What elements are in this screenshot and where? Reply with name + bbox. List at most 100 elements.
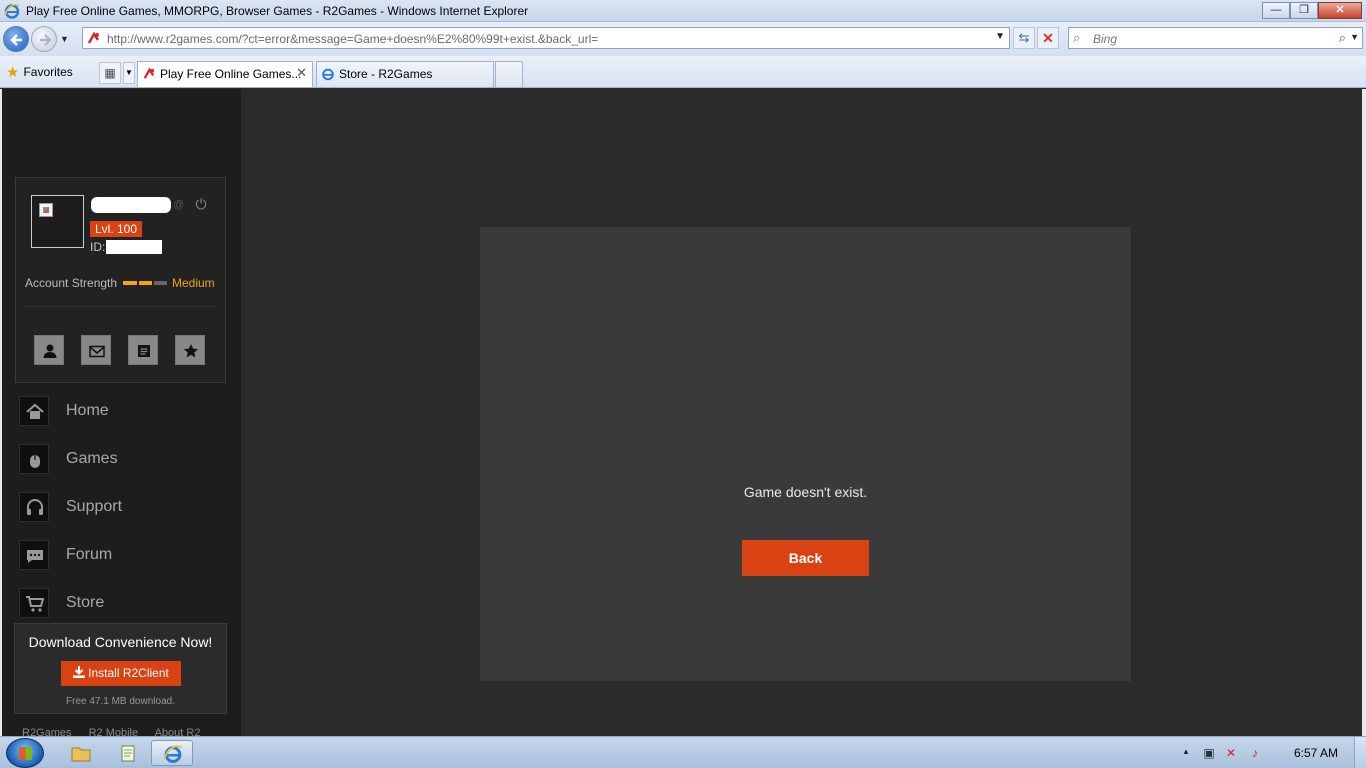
search-go-icon[interactable]: ⌕: [1339, 30, 1346, 46]
id-value-redacted: [106, 240, 162, 254]
notes-button[interactable]: [128, 335, 158, 365]
system-tray: ▲ ▣ ✕ ♪ 6:57 AM: [1176, 737, 1366, 768]
forward-nav-button[interactable]: [31, 26, 57, 52]
footer-link-r2games[interactable]: R2Games: [22, 727, 72, 736]
stop-button[interactable]: ✕: [1037, 27, 1059, 49]
show-hidden-icons-icon[interactable]: ▲: [1182, 747, 1190, 756]
avatar[interactable]: [31, 195, 84, 248]
favorites-label: Favorites: [23, 65, 73, 79]
profile-button[interactable]: [34, 335, 64, 365]
tab-label: Play Free Online Games...: [160, 67, 302, 81]
url-text[interactable]: http://www.r2games.com/?ct=error&message…: [107, 32, 598, 46]
tab-label: Store - R2Games: [339, 67, 433, 81]
error-panel: Game doesn't exist. Back: [480, 227, 1131, 681]
sidebar-item-forum[interactable]: Forum: [17, 538, 237, 574]
install-client-button[interactable]: Install R2Client: [61, 661, 181, 686]
search-dropdown-icon[interactable]: ▼: [1350, 32, 1359, 42]
quick-tabs-button[interactable]: ▦: [99, 62, 121, 84]
download-promo: Download Convenience Now! Install R2Clie…: [14, 623, 227, 714]
start-button[interactable]: [6, 738, 44, 768]
star-icon: ★: [6, 64, 20, 81]
tab-r2games-home[interactable]: Play Free Online Games... ✕: [137, 61, 313, 87]
mouse-icon: [30, 450, 40, 468]
address-field[interactable]: http://www.r2games.com/?ct=error&message…: [82, 27, 1010, 49]
page-viewport: @ ⏻ Lvl. 100 ID: Account Strength Medium: [0, 89, 1366, 736]
install-client-label: Install R2Client: [88, 666, 169, 680]
account-strength-label: Account Strength: [25, 276, 118, 290]
ie-logo-icon: [4, 3, 20, 19]
download-icon: [73, 666, 86, 678]
window-title: Play Free Online Games, MMORPG, Browser …: [26, 4, 529, 18]
taskbar-internet-explorer[interactable]: [151, 740, 193, 766]
arrow-right-icon: [40, 34, 52, 46]
favorites-button[interactable]: ★ Favorites: [6, 63, 73, 81]
network-error-icon[interactable]: ✕: [1224, 746, 1238, 760]
chat-icon: [27, 550, 43, 563]
taskbar-explorer[interactable]: [62, 740, 98, 766]
arrow-left-icon: [10, 34, 22, 46]
close-tab-icon[interactable]: ✕: [296, 65, 307, 81]
logout-power-icon[interactable]: ⏻: [193, 196, 209, 212]
messages-button[interactable]: [81, 335, 111, 365]
address-dropdown-icon[interactable]: ▼: [995, 31, 1005, 42]
sidebar-item-label: Forum: [66, 546, 113, 563]
sidebar-item-label: Store: [66, 594, 105, 611]
tab-store[interactable]: Store - R2Games: [316, 61, 494, 87]
download-title: Download Convenience Now!: [28, 634, 213, 650]
new-tab-button[interactable]: [495, 61, 523, 87]
headset-icon: [27, 499, 43, 515]
folder-icon: [71, 747, 91, 762]
sidebar-item-games[interactable]: Games: [17, 442, 237, 478]
ie-page-icon: [322, 68, 334, 81]
sidebar-item-store[interactable]: Store: [17, 586, 237, 622]
sidebar-item-label: Support: [66, 498, 123, 515]
search-field[interactable]: ⌕ Bing ⌕ ▼: [1068, 27, 1363, 49]
mail-icon: [89, 345, 105, 358]
sidebar-item-label: Games: [66, 450, 118, 467]
show-desktop-button[interactable]: [1354, 737, 1366, 768]
windows-taskbar: ▲ ▣ ✕ ♪ 6:57 AM: [0, 736, 1366, 768]
footer-link-r2-mobile[interactable]: R2 Mobile: [89, 727, 139, 736]
divider: [25, 306, 217, 307]
favorites-tab-bar: ★ Favorites ▦ ▼ Play Free Online Games..…: [0, 56, 1366, 88]
download-size-note: Free 47.1 MB download.: [66, 696, 175, 707]
footer-link-about-r2[interactable]: About R2: [155, 727, 201, 736]
footer-links: R2Games R2 Mobile About R2: [22, 727, 214, 736]
search-provider-icon: ⌕: [1073, 30, 1081, 45]
account-strength-value[interactable]: Medium: [172, 276, 215, 290]
at-icon: @: [173, 199, 185, 211]
back-nav-button[interactable]: [3, 26, 29, 52]
notepad-icon: [121, 745, 135, 762]
volume-muted-icon[interactable]: ♪: [1248, 746, 1262, 760]
clock[interactable]: 6:57 AM: [1294, 746, 1338, 760]
action-center-icon[interactable]: ▣: [1202, 746, 1216, 760]
username-redacted: [91, 197, 171, 213]
window-titlebar: Play Free Online Games, MMORPG, Browser …: [0, 0, 1366, 22]
user-card: @ ⏻ Lvl. 100 ID: Account Strength Medium: [15, 177, 226, 383]
sidebar-item-label: Home: [66, 402, 109, 419]
sidebar-item-support[interactable]: Support: [17, 490, 237, 526]
favorites-star-button[interactable]: [175, 335, 205, 365]
user-icon: [43, 344, 57, 358]
home-icon: [26, 403, 44, 419]
maximize-button[interactable]: ❐: [1290, 2, 1318, 19]
error-message: Game doesn't exist.: [743, 484, 868, 500]
note-icon: [138, 345, 150, 357]
ie-logo-icon: [163, 745, 183, 763]
level-badge: Lvl. 100: [90, 221, 143, 237]
broken-image-icon: [39, 203, 53, 217]
taskbar-notepad[interactable]: [110, 740, 146, 766]
star-icon: [183, 344, 199, 358]
minimize-button[interactable]: —: [1262, 2, 1290, 19]
refresh-button[interactable]: ⇆: [1013, 27, 1035, 49]
windows-logo-icon: [19, 747, 32, 760]
close-window-button[interactable]: ✕: [1318, 2, 1362, 19]
search-placeholder: Bing: [1093, 32, 1118, 46]
account-strength-meter: [123, 281, 167, 285]
address-toolbar: ▼ http://www.r2games.com/?ct=error&messa…: [0, 22, 1366, 56]
r2games-favicon-icon: [87, 31, 100, 44]
tab-list-dropdown-icon[interactable]: ▼: [123, 62, 135, 84]
sidebar-item-home[interactable]: Home: [17, 394, 237, 430]
back-button[interactable]: Back: [742, 540, 869, 576]
recent-pages-dropdown-icon[interactable]: ▼: [60, 34, 69, 44]
